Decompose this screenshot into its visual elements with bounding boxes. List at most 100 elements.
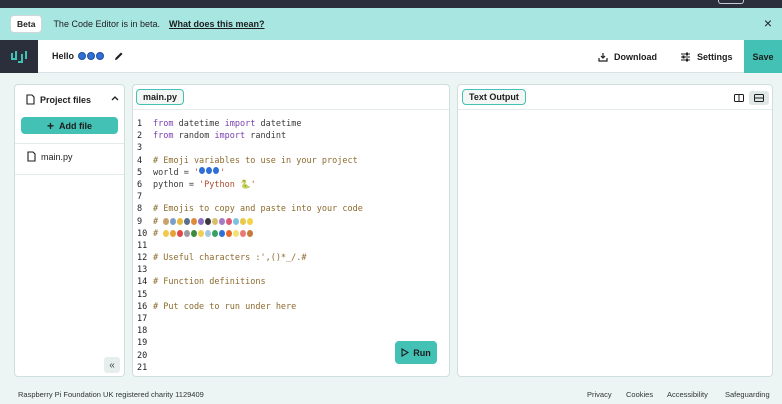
globe-emoji-icon xyxy=(206,166,213,174)
settings-button[interactable]: Settings xyxy=(680,40,733,73)
line-number: 10 xyxy=(137,228,148,239)
collapse-sidebar-button[interactable]: « xyxy=(104,357,120,373)
code-line: 3 xyxy=(137,142,363,154)
accessibility-link[interactable]: Accessibility xyxy=(667,390,708,399)
sidebar-header: Project files xyxy=(15,85,124,105)
run-label: Run xyxy=(413,347,431,358)
view-toggle xyxy=(729,91,770,105)
privacy-link[interactable]: Privacy xyxy=(587,390,612,399)
code-line: 13 xyxy=(137,264,363,276)
file-list-item[interactable]: main.py xyxy=(27,151,73,162)
close-banner-button[interactable]: × xyxy=(764,16,772,30)
download-label: Download xyxy=(614,51,657,62)
line-number: 20 xyxy=(137,350,148,361)
project-files-sidebar: Project files + Add file main.py « xyxy=(14,84,125,377)
code-line: 7 xyxy=(137,191,363,203)
editor-tabbar: main.py xyxy=(133,85,449,110)
line-number: 9 xyxy=(137,216,143,227)
line-number: 3 xyxy=(137,143,143,154)
add-file-button[interactable]: + Add file xyxy=(21,117,118,134)
code-comment: # Put code to run under here xyxy=(153,301,297,312)
tab-text-output[interactable]: Text Output xyxy=(462,89,526,105)
emoji-row xyxy=(163,216,254,228)
pencil-icon[interactable] xyxy=(114,51,124,61)
save-button[interactable]: Save xyxy=(744,40,782,73)
code-line: 17 xyxy=(137,313,363,325)
code-line: 18 xyxy=(137,325,363,337)
globe-emoji-icon xyxy=(86,52,95,60)
line-number: 16 xyxy=(137,301,148,312)
line-number: 12 xyxy=(137,253,148,264)
line-number: 6 xyxy=(137,179,143,190)
code-line: 20 xyxy=(137,350,363,362)
code-area[interactable]: 1 from datetime import datetime 2 from ran… xyxy=(137,118,363,374)
line-number: 18 xyxy=(137,326,148,337)
download-button[interactable]: Download xyxy=(598,40,657,73)
globe-emoji-icon xyxy=(77,52,86,60)
top-strip-button[interactable] xyxy=(718,0,744,4)
plus-icon: + xyxy=(46,118,54,133)
line-number: 2 xyxy=(137,131,143,142)
line-number: 4 xyxy=(137,155,143,166)
line-number: 14 xyxy=(137,277,148,288)
emoji-row xyxy=(163,228,254,240)
line-number: 5 xyxy=(137,167,143,178)
app-header: Hello Download Settings Save xyxy=(0,39,782,73)
code-line: 15 xyxy=(137,289,363,301)
divider xyxy=(15,174,124,175)
project-name[interactable]: Hello xyxy=(52,51,104,61)
split-view-icon[interactable] xyxy=(729,91,749,105)
code-line: 8 # Emojis to copy and paste into your co… xyxy=(137,203,363,215)
project-name-text: Hello xyxy=(52,51,75,61)
code-comment: # Emojis to copy and paste into your cod… xyxy=(153,204,363,215)
code-line: 9 # xyxy=(137,216,363,228)
line-number: 7 xyxy=(137,192,143,203)
output-panel: Text Output xyxy=(457,84,773,377)
play-icon xyxy=(401,348,410,357)
line-number: 19 xyxy=(137,338,148,349)
globe-emoji-icon xyxy=(95,52,104,60)
beta-info-link[interactable]: What does this mean? xyxy=(169,19,265,29)
line-number: 15 xyxy=(137,289,148,300)
beta-badge: Beta xyxy=(10,15,43,33)
code-line: 6 python = 'Python 🐍' xyxy=(137,179,256,190)
divider xyxy=(15,143,124,144)
safeguarding-link[interactable]: Safeguarding xyxy=(725,390,770,399)
file-icon xyxy=(26,94,35,105)
globe-emoji-icon xyxy=(199,166,206,174)
code-line: 19 xyxy=(137,337,363,349)
cookies-link[interactable]: Cookies xyxy=(626,390,653,399)
code-line: 10 # xyxy=(137,228,363,240)
code-line: 14 # Function definitions xyxy=(137,276,363,288)
line-number: 13 xyxy=(137,265,148,276)
chevron-up-icon[interactable] xyxy=(111,94,119,103)
file-name: main.py xyxy=(41,151,73,162)
download-icon xyxy=(598,52,608,62)
code-comment: # Function definitions xyxy=(153,277,266,288)
page-footer: Raspberry Pi Foundation UK registered ch… xyxy=(0,384,782,404)
code-line: 11 xyxy=(137,240,363,252)
stacked-view-icon[interactable] xyxy=(749,91,769,105)
beta-banner: Beta The Code Editor is in beta. What do… xyxy=(0,8,782,40)
file-icon xyxy=(27,151,36,162)
settings-icon xyxy=(681,52,690,61)
beta-message: The Code Editor is in beta. xyxy=(53,19,160,29)
run-button[interactable]: Run xyxy=(395,341,437,364)
output-tabbar: Text Output xyxy=(458,85,772,110)
code-line: 4 # Emoji variables to use in your projec… xyxy=(137,155,363,167)
code-comment: # Emoji variables to use in your project xyxy=(153,155,358,166)
globe-emoji-icon xyxy=(213,166,220,174)
line-number: 11 xyxy=(137,240,148,251)
line-number: 1 xyxy=(137,119,143,129)
code-line: 1 from datetime import datetime xyxy=(137,119,302,129)
code-line: 16 # Put code to run under here xyxy=(137,301,363,313)
code-line: 5 world = ' ' xyxy=(137,166,226,178)
tab-main-py[interactable]: main.py xyxy=(136,89,185,105)
browser-top-strip xyxy=(0,0,782,8)
code-comment: # Useful characters :',()*_/.# xyxy=(153,253,307,264)
charity-notice: Raspberry Pi Foundation UK registered ch… xyxy=(18,390,204,399)
code-line: 21 xyxy=(137,362,363,374)
line-number: 21 xyxy=(137,362,148,373)
sidebar-title: Project files xyxy=(40,94,92,105)
logo-icon[interactable] xyxy=(0,39,38,73)
